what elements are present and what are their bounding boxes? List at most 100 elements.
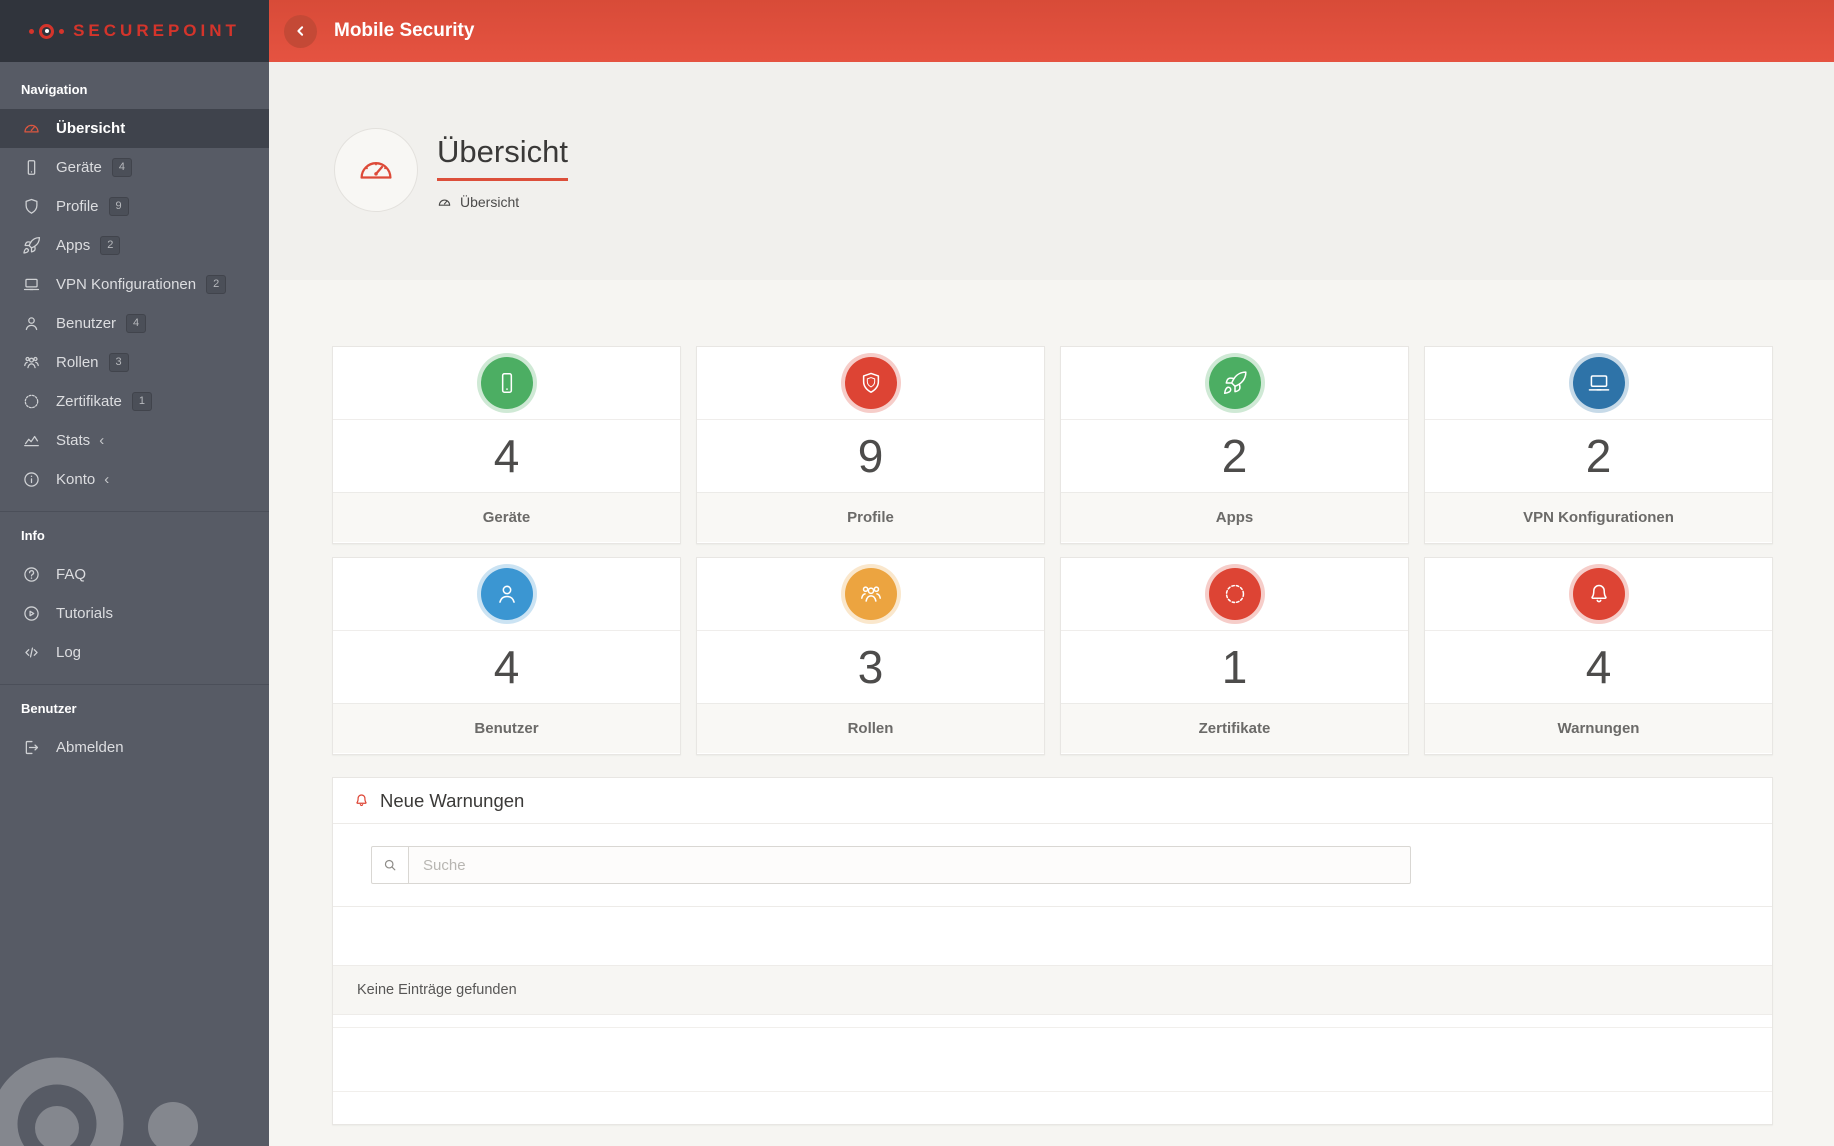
empty-state-message: Keine Einträge gefunden [333,965,1772,1015]
sidebar-item-abmelden[interactable]: Abmelden [0,728,269,767]
stat-label: Rollen [697,703,1044,753]
page-title: Übersicht [437,134,568,181]
sidebar-item-faq[interactable]: FAQ [0,555,269,594]
nav-section-title: Benutzer [21,701,77,716]
shield-icon [844,357,897,409]
sidebar-item-apps[interactable]: Apps 2 [0,226,269,265]
back-button[interactable] [284,14,317,48]
sidebar-item-label: Geräte [56,159,102,176]
dashboard-content: 4 Geräte 9 Profile 2 Apps 2 VPN Konfigur… [269,280,1834,1146]
count-badge: 9 [108,197,129,216]
sidebar-item-label: Konto [56,471,96,488]
sidebar-item-benutzer[interactable]: Benutzer 4 [0,304,269,343]
logo-o-icon [39,23,55,39]
sidebar-item-konto[interactable]: Konto ‹ [0,460,269,499]
stat-card-benutzer[interactable]: 4 Benutzer [332,557,681,755]
top-header: Mobile Security [269,0,1834,62]
stat-card-warnungen[interactable]: 4 Warnungen [1424,557,1773,755]
securepoint-logo: SECUREPOINT [0,0,269,62]
sidebar-item-label: Apps [56,237,91,254]
page-header: Übersicht Übersicht [269,62,1834,280]
search-icon [371,846,409,884]
app-window: SECUREPOINT Navigation Übersicht Geräte … [0,0,1834,1146]
sidebar-item-log[interactable]: Log [0,633,269,672]
stat-label: Zertifikate [1061,703,1408,753]
breadcrumb[interactable]: Übersicht [437,194,519,210]
stat-label: Warnungen [1425,703,1772,753]
count-badge: 3 [108,353,129,372]
main-area: Mobile Security Übersicht Übersicht 4 Ge… [269,0,1834,1146]
logo-wordmark: SECUREPOINT [73,21,240,40]
sidebar-item-label: Abmelden [56,739,124,756]
stat-value: 4 [1425,630,1772,703]
stat-card-zertifikate[interactable]: 1 Zertifikate [1060,557,1409,755]
sidebar-item-tutorials[interactable]: Tutorials [0,594,269,633]
stat-card-vpn[interactable]: 2 VPN Konfigurationen [1424,346,1773,544]
smartphone-icon [480,357,533,409]
sidebar-item-label: Profile [56,198,99,215]
question-icon [21,565,41,584]
sidebar-item-rollen[interactable]: Rollen 3 [0,343,269,382]
count-badge: 4 [126,314,147,333]
stat-value: 4 [333,419,680,492]
users-icon [21,353,41,372]
stat-label: Apps [1061,492,1408,542]
sidebar-item-profile[interactable]: Profile 9 [0,187,269,226]
certificate-icon [21,392,41,411]
stat-value: 4 [333,630,680,703]
sidebar-nav: Navigation Übersicht Geräte 4 Profile 9 … [0,62,269,767]
table-row [333,1092,1772,1124]
stat-value: 9 [697,419,1044,492]
code-icon [21,643,41,662]
chevron-left-icon [296,26,303,36]
sidebar-item-geraete[interactable]: Geräte 4 [0,148,269,187]
sidebar-item-label: Rollen [56,354,99,371]
logout-icon [21,738,41,757]
sidebar-item-uebersicht[interactable]: Übersicht [0,109,269,148]
stat-cards-grid: 4 Geräte 9 Profile 2 Apps 2 VPN Konfigur… [332,346,1773,755]
table-row [333,1015,1772,1028]
sidebar: SECUREPOINT Navigation Übersicht Geräte … [0,0,269,1146]
sidebar-item-stats[interactable]: Stats ‹ [0,421,269,460]
sidebar-item-label: FAQ [56,566,87,583]
stat-value: 1 [1061,630,1408,703]
search-input[interactable] [408,846,1411,884]
stat-card-profile[interactable]: 9 Profile [696,346,1045,544]
nav-section-benutzer: Benutzer Abmelden [0,684,269,767]
count-badge: 4 [111,158,132,177]
chevron-left-icon: ‹ [99,432,105,449]
info-icon [21,470,41,489]
search-bar [333,824,1772,907]
stat-card-rollen[interactable]: 3 Rollen [696,557,1045,755]
stat-label: Profile [697,492,1044,542]
dashboard-icon [21,119,41,138]
stat-card-geraete[interactable]: 4 Geräte [332,346,681,544]
sidebar-item-zertifikate[interactable]: Zertifikate 1 [0,382,269,421]
count-badge: 2 [100,236,121,255]
logo-dot [59,28,65,34]
breadcrumb-label: Übersicht [460,194,520,210]
sidebar-item-label: Benutzer [56,315,117,332]
table-row [333,1028,1772,1092]
rocket-icon [21,236,41,255]
user-icon [21,314,41,333]
nav-section-title: Info [21,528,45,543]
warnings-panel: Neue Warnungen Keine Einträge gefunden [332,777,1773,1125]
sidebar-item-label: Log [56,644,82,661]
nav-section-info: Info FAQ Tutorials Log [0,511,269,672]
chart-icon [21,431,41,450]
bell-icon [1572,568,1625,620]
securepoint-watermark [0,856,269,1146]
sidebar-item-vpn-konfigurationen[interactable]: VPN Konfigurationen 2 [0,265,269,304]
logo-dot [29,28,35,34]
certificate-icon [1208,568,1261,620]
warnings-panel-header: Neue Warnungen [333,778,1772,824]
stat-card-apps[interactable]: 2 Apps [1060,346,1409,544]
stat-label: VPN Konfigurationen [1425,492,1772,542]
smartphone-icon [21,158,41,177]
dashboard-icon [437,195,452,210]
laptop-icon [21,275,41,294]
play-icon [21,604,41,623]
count-badge: 1 [131,392,152,411]
chevron-left-icon: ‹ [104,471,110,488]
